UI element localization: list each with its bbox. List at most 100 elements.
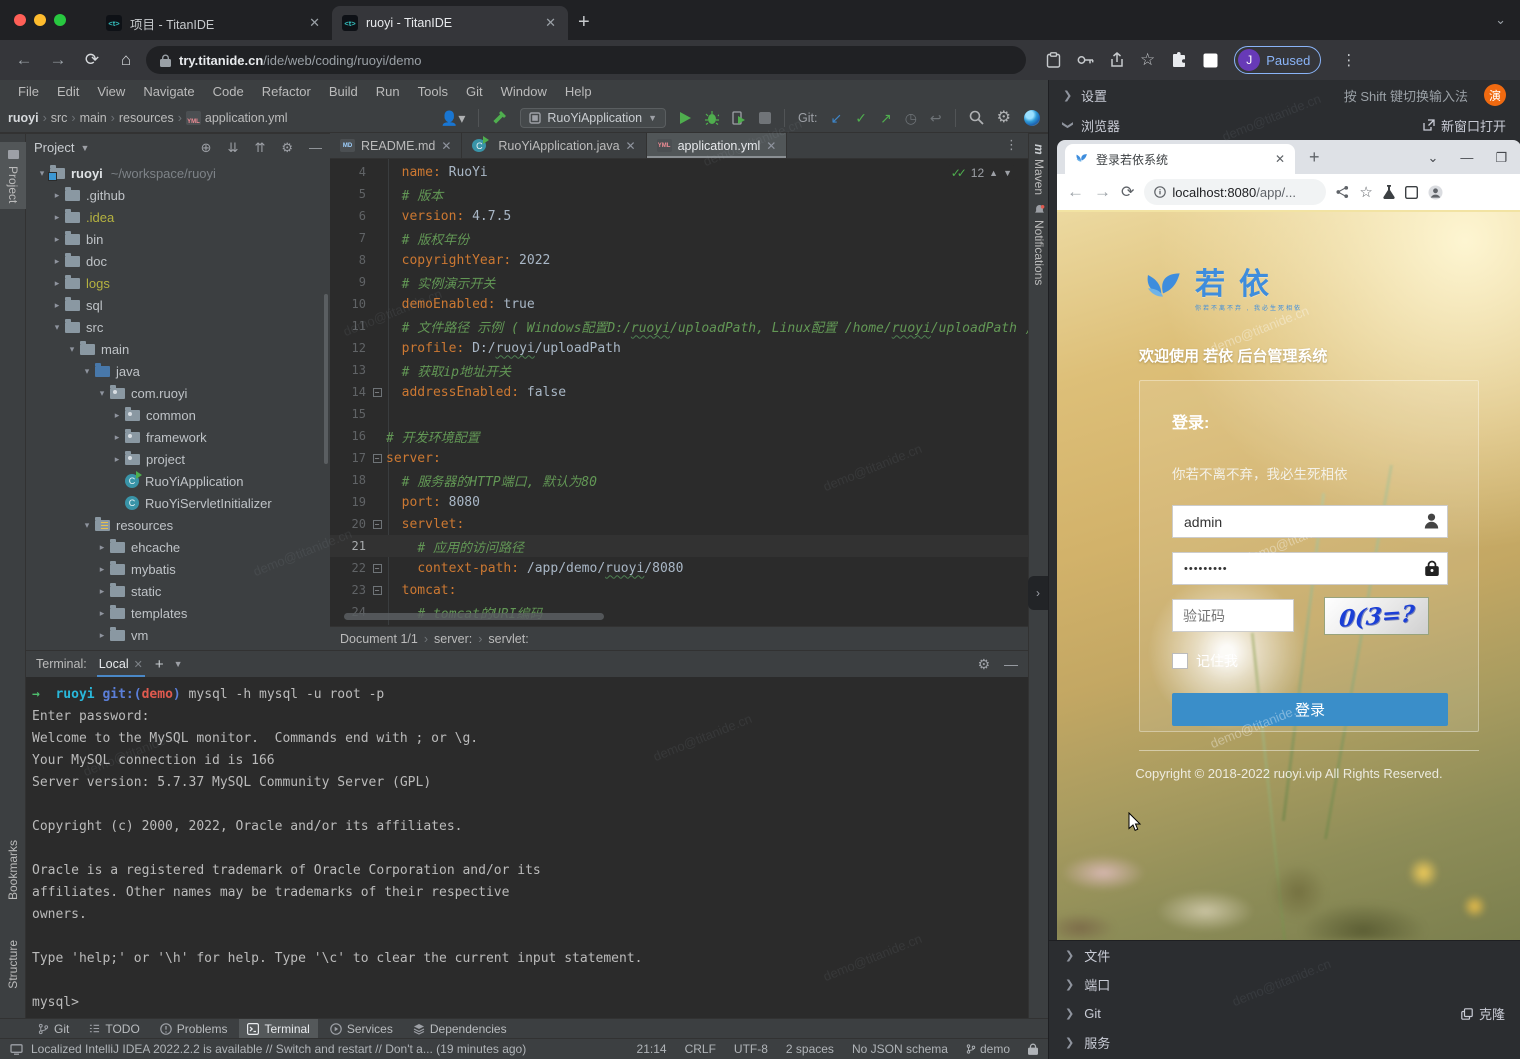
expand-all-icon[interactable]: ⇊ — [228, 140, 239, 156]
ide-profile-sphere-icon[interactable] — [1024, 110, 1040, 126]
git-update-icon[interactable]: ↙ — [831, 111, 843, 125]
clone-button[interactable]: 克隆 — [1461, 1004, 1505, 1023]
editor-tab-RuoYiApplicationjava[interactable]: CRuoYiApplication.java✕ — [462, 133, 646, 158]
embedded-back-icon[interactable]: ← — [1067, 182, 1084, 202]
menu-git[interactable]: Git — [458, 82, 491, 101]
chevron-right-icon[interactable]: ▸ — [49, 212, 65, 223]
code-line-4[interactable]: 4 name: RuoYi — [330, 161, 1028, 183]
embedded-forward-icon[interactable]: → — [1094, 182, 1111, 202]
menu-window[interactable]: Window — [493, 82, 555, 101]
chevron-right-icon[interactable]: ▸ — [49, 234, 65, 245]
password-input[interactable] — [1172, 552, 1448, 585]
bookmark-star-icon[interactable]: ☆ — [1140, 50, 1155, 70]
forward-icon[interactable]: → — [44, 50, 72, 70]
chevron-down-icon[interactable]: ▾ — [49, 322, 65, 333]
code-line-15[interactable]: 15 — [330, 403, 1028, 425]
section-文件[interactable]: ❯文件 — [1049, 941, 1520, 970]
close-editor-tab-icon[interactable]: ✕ — [766, 139, 776, 153]
toolwindow-git[interactable]: Git — [30, 1019, 77, 1039]
embedded-share-icon[interactable] — [1336, 185, 1349, 199]
git-push-icon[interactable]: ↗ — [880, 111, 892, 125]
status-item[interactable]: UTF-8 — [734, 1042, 768, 1056]
tree-item-framework[interactable]: ▸framework — [26, 426, 330, 448]
extensions-puzzle-icon[interactable] — [1171, 52, 1187, 68]
toolwindow-terminal[interactable]: Terminal — [239, 1019, 317, 1039]
menu-run[interactable]: Run — [368, 82, 408, 101]
settings-gear-icon[interactable]: ⚙ — [997, 110, 1011, 126]
menu-navigate[interactable]: Navigate — [135, 82, 202, 101]
locate-file-icon[interactable]: ⊕ — [201, 140, 212, 156]
tree-item-RuoYiApplication[interactable]: CRuoYiApplication — [26, 470, 330, 492]
next-problem-icon[interactable]: ▼ — [1003, 168, 1012, 178]
chevron-right-icon[interactable]: ▸ — [94, 630, 110, 641]
captcha-input[interactable] — [1172, 599, 1294, 632]
code-line-19[interactable]: 19 port: 8080 — [330, 491, 1028, 513]
close-editor-tab-icon[interactable]: ✕ — [626, 139, 636, 153]
chevron-right-icon[interactable]: ▸ — [94, 564, 110, 575]
status-item[interactable]: CRLF — [685, 1042, 716, 1056]
build-hammer-icon[interactable] — [492, 110, 507, 125]
close-editor-tab-icon[interactable]: ✕ — [441, 139, 451, 153]
close-window-button[interactable] — [14, 14, 26, 26]
maximize-window-button[interactable] — [54, 14, 66, 26]
sidebar-item-structure[interactable]: Structure — [0, 934, 26, 995]
browser-section-header[interactable]: ❯ 浏览器 新窗口打开 — [1049, 110, 1520, 140]
embedded-restore-icon[interactable]: ❐ — [1495, 150, 1507, 166]
editor-tab-applicationyml[interactable]: YMLapplication.yml✕ — [647, 133, 788, 158]
panel-settings-gear-icon[interactable]: ⚙ — [281, 140, 293, 156]
tree-item-ruoyi[interactable]: ▾ruoyi~/workspace/ruoyi — [26, 162, 330, 184]
chevron-right-icon[interactable]: ▸ — [109, 454, 125, 465]
section-Git[interactable]: ❯Git克隆 — [1049, 999, 1520, 1028]
terminal-settings-gear-icon[interactable]: ⚙ — [977, 656, 990, 673]
chevron-right-icon[interactable]: ▸ — [49, 278, 65, 289]
tree-item-java[interactable]: ▾java — [26, 360, 330, 382]
share-icon[interactable] — [1110, 52, 1124, 68]
git-branch-widget[interactable]: demo — [966, 1042, 1010, 1056]
collapse-all-icon[interactable]: ⇈ — [254, 140, 265, 156]
toolwindow-todo[interactable]: TODO — [81, 1019, 147, 1039]
tree-item-ehcache[interactable]: ▸ehcache — [26, 536, 330, 558]
editor-tab-READMEmd[interactable]: MDREADME.md✕ — [330, 133, 462, 158]
code-line-16[interactable]: 16# 开发环境配置 — [330, 425, 1028, 447]
menu-help[interactable]: Help — [557, 82, 600, 101]
section-服务[interactable]: ❯服务 — [1049, 1028, 1520, 1057]
hide-panel-icon[interactable]: — — [309, 140, 322, 155]
tree-item-bin[interactable]: ▸bin — [26, 228, 330, 250]
fold-marker-icon[interactable]: − — [370, 564, 384, 573]
tree-item-project[interactable]: ▸project — [26, 448, 330, 470]
code-line-7[interactable]: 7 # 版权年份 — [330, 227, 1028, 249]
new-terminal-icon[interactable]: + — [155, 656, 164, 673]
open-new-window-button[interactable]: 新窗口打开 — [1423, 116, 1506, 135]
browser-tab-project[interactable]: <t> 项目 - TitanIDE ✕ — [96, 6, 332, 40]
embedded-minimize-icon[interactable]: — — [1460, 150, 1473, 166]
user-collab-icon[interactable]: 👤▾ — [441, 111, 465, 125]
code-line-12[interactable]: 12 profile: D:/ruoyi/uploadPath — [330, 337, 1028, 359]
tree-item-vm[interactable]: ▸vm — [26, 624, 330, 646]
doc-breadcrumb-item[interactable]: servlet: — [488, 632, 528, 646]
address-bar[interactable]: try.titanide.cn/ide/web/coding/ruoyi/dem… — [146, 46, 1026, 74]
embedded-sidepanel-icon[interactable] — [1405, 186, 1418, 199]
code-line-20[interactable]: 20− servlet: — [330, 513, 1028, 535]
code-line-13[interactable]: 13 # 获取ip地址开关 — [330, 359, 1028, 381]
tree-item-templates[interactable]: ▸templates — [26, 602, 330, 624]
new-tab-button[interactable]: + — [578, 11, 590, 34]
menu-code[interactable]: Code — [205, 82, 252, 101]
menu-build[interactable]: Build — [321, 82, 366, 101]
close-embedded-tab-icon[interactable]: ✕ — [1275, 152, 1285, 166]
chevron-right-icon[interactable]: ▸ — [94, 608, 110, 619]
password-key-icon[interactable] — [1077, 55, 1094, 65]
chevron-right-icon[interactable]: ▸ — [49, 190, 65, 201]
expand-splitter-button[interactable]: › — [1028, 576, 1048, 610]
run-configuration-select[interactable]: RuoYiApplication ▼ — [520, 108, 666, 128]
debug-icon[interactable] — [705, 110, 719, 125]
chevron-right-icon[interactable]: ▸ — [49, 300, 65, 311]
tree-item-src[interactable]: ▾src — [26, 316, 330, 338]
back-icon[interactable]: ← — [10, 50, 38, 70]
tree-item-RuoYiServletInitializer[interactable]: CRuoYiServletInitializer — [26, 492, 330, 514]
embedded-profile-icon[interactable] — [1428, 185, 1443, 200]
fold-marker-icon[interactable]: − — [370, 388, 384, 397]
status-item[interactable]: 2 spaces — [786, 1042, 834, 1056]
profile-chip[interactable]: J Paused — [1234, 46, 1321, 74]
tree-item-logs[interactable]: ▸logs — [26, 272, 330, 294]
code-line-17[interactable]: 17−server: — [330, 447, 1028, 469]
